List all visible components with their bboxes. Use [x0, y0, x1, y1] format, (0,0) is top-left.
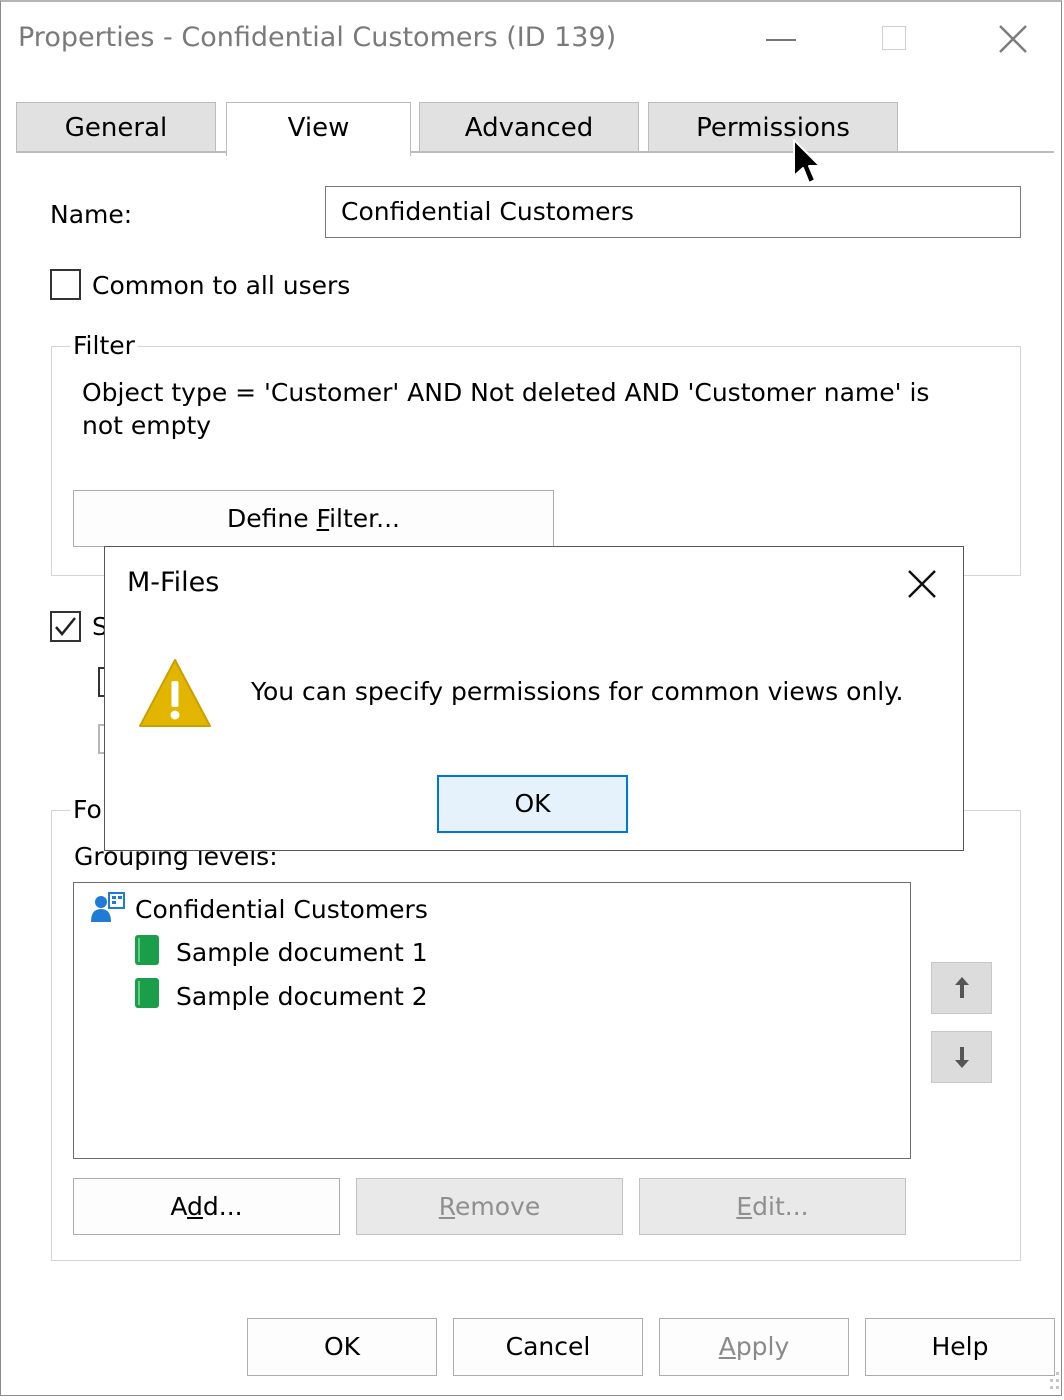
move-up-button[interactable]	[931, 962, 992, 1014]
tab-permissions[interactable]: Permissions	[648, 102, 898, 152]
check-mark-icon	[55, 617, 76, 636]
cancel-button[interactable]: Cancel	[453, 1318, 643, 1376]
tree-item-sample-document-1[interactable]: Sample document 1	[176, 938, 428, 967]
tab-advanced[interactable]: Advanced	[419, 102, 639, 152]
filter-text-line1: Object type = 'Customer' AND Not deleted…	[82, 378, 930, 407]
message-dialog: M-Files You can specify permissions for …	[104, 546, 964, 851]
window-title: Properties - Confidential Customers (ID …	[18, 22, 617, 53]
ok-button[interactable]: OK	[247, 1318, 437, 1376]
document-icon	[135, 935, 159, 965]
mouse-cursor-icon	[793, 139, 821, 184]
define-filter-button[interactable]: Define Filter...	[73, 490, 554, 547]
remove-button[interactable]: Remove	[356, 1178, 623, 1235]
name-label: Name:	[50, 200, 133, 229]
warning-icon	[139, 659, 211, 727]
document-icon	[135, 978, 159, 1008]
arrow-up-icon	[954, 977, 969, 998]
maximize-icon[interactable]	[882, 26, 906, 50]
help-button[interactable]: Help	[865, 1318, 1055, 1376]
apply-button[interactable]: Apply	[659, 1318, 849, 1376]
view-icon	[91, 892, 125, 922]
move-down-button[interactable]	[931, 1031, 992, 1083]
tree-item-sample-document-2[interactable]: Sample document 2	[176, 982, 428, 1011]
tab-divider	[16, 151, 1054, 153]
show-checkbox[interactable]	[50, 611, 81, 642]
common-to-all-users-checkbox[interactable]	[50, 269, 81, 300]
tab-view[interactable]: View	[226, 102, 411, 156]
message-ok-button[interactable]: OK	[437, 775, 628, 833]
common-to-all-users-label: Common to all users	[92, 271, 351, 300]
filter-text-line2: not empty	[82, 411, 212, 440]
add-button[interactable]: Add...	[73, 1178, 340, 1235]
message-dialog-title: M-Files	[127, 567, 220, 598]
filter-group-title: Filter	[70, 331, 138, 360]
resize-grip-icon[interactable]	[1046, 1368, 1062, 1394]
name-input[interactable]: Confidential Customers	[325, 186, 1021, 238]
folders-group-title: Fo	[70, 795, 105, 824]
minimize-icon[interactable]	[766, 39, 796, 41]
message-text: You can specify permissions for common v…	[251, 677, 904, 706]
tree-item-confidential-customers[interactable]: Confidential Customers	[135, 895, 428, 924]
arrow-down-icon	[954, 1047, 969, 1068]
close-icon[interactable]	[905, 567, 939, 601]
edit-button[interactable]: Edit...	[639, 1178, 906, 1235]
tab-general[interactable]: General	[16, 102, 216, 152]
close-icon[interactable]	[996, 22, 1030, 56]
